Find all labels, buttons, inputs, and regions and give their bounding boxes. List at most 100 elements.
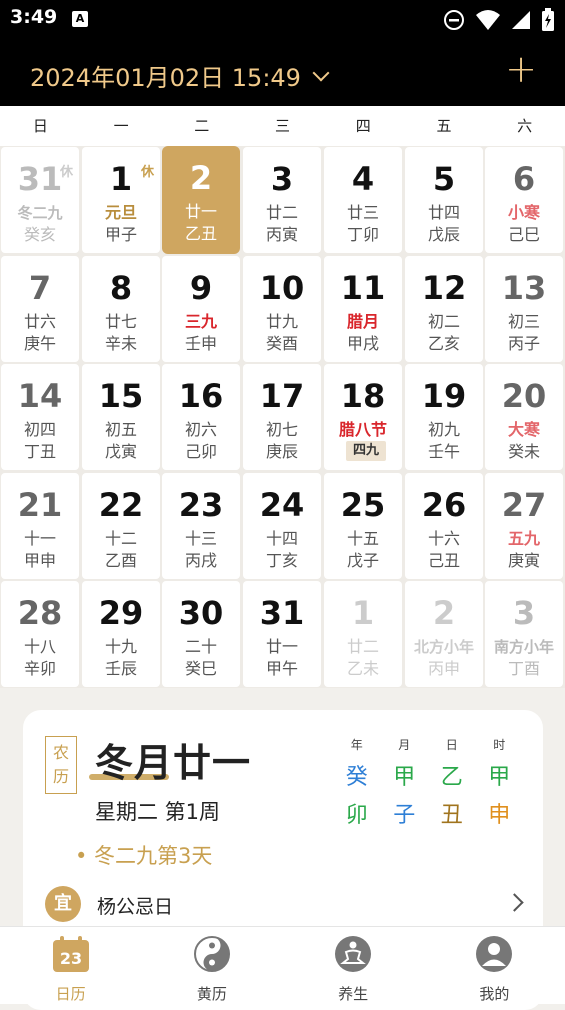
calendar-day-cell[interactable]: 27 五九 庚寅	[485, 473, 563, 579]
calendar-day-cell[interactable]: 31 廿一 甲午	[243, 581, 321, 687]
chevron-down-icon	[312, 64, 330, 81]
ganzhi-label: 癸巳	[184, 659, 217, 678]
day-number: 3	[270, 160, 294, 198]
ganzhi-char: 子	[393, 803, 416, 828]
day-number: 29	[98, 594, 144, 632]
calendar-day-cell[interactable]: 28 十八 辛卯	[1, 581, 79, 687]
calendar-day-cell[interactable]: 20 大寒 癸未	[485, 364, 563, 470]
day-number: 31	[259, 594, 305, 632]
calendar-day-cell[interactable]: 2 北方小年 丙申	[405, 581, 483, 687]
calendar-day-cell[interactable]: 10 廿九 癸酉	[243, 256, 321, 362]
day-number: 12	[421, 269, 467, 307]
lunar-seal-icon: 农 历	[45, 736, 77, 794]
weekday-label: 二	[194, 117, 210, 135]
ganzhi-label: 甲子	[104, 225, 137, 244]
ganzhi-label: 己巳	[507, 225, 540, 244]
day-number: 2	[432, 594, 456, 632]
ganzhi-label: 壬辰	[104, 659, 137, 678]
day-number: 17	[259, 377, 305, 415]
holiday-rest-tag: 休	[140, 165, 154, 180]
calendar-day-cell[interactable]: 31 休冬二九 癸亥	[1, 147, 79, 253]
lunar-label: 冬二九	[17, 204, 63, 222]
current-date-label: 2024年01月02日 15:49	[30, 64, 301, 92]
calendar-day-cell[interactable]: 1 休元旦 甲子	[82, 147, 160, 253]
ganzhi-char: 甲	[393, 765, 416, 790]
notification-icon: A	[72, 11, 88, 27]
calendar-day-cell[interactable]: 19 初九 壬午	[405, 364, 483, 470]
calendar-day-cell[interactable]: 26 十六 己丑	[405, 473, 483, 579]
lunar-label: 初九	[427, 420, 460, 439]
calendar-day-cell[interactable]: 3 南方小年 丁酉	[485, 581, 563, 687]
calendar-day-cell[interactable]: 18 腊八节 四九	[324, 364, 402, 470]
add-button[interactable]: +	[505, 50, 537, 88]
calendar-day-cell[interactable]: 6 小寒 己巳	[485, 147, 563, 253]
day-number: 16	[178, 377, 224, 415]
ganzhi-label: 戊寅	[104, 442, 137, 461]
calendar-day-cell[interactable]: 8 廿七 辛未	[82, 256, 160, 362]
lunar-label: 廿九	[265, 312, 298, 331]
ganzhi-label: 戊辰	[427, 225, 460, 244]
ganzhi-head: 月	[398, 738, 411, 752]
calendar-day-cell[interactable]: 25 十五 戊子	[324, 473, 402, 579]
ganzhi-head: 日	[445, 738, 458, 752]
calendar-day-cell[interactable]: 16 初六 己卯	[162, 364, 240, 470]
ganzhi-label: 丁亥	[265, 551, 298, 570]
ganzhi-label: 乙酉	[104, 551, 137, 570]
ganzhi-label: 庚辰	[265, 442, 298, 461]
ganzhi-label: 壬申	[184, 334, 217, 353]
day-number: 4	[351, 160, 375, 198]
wifi-icon	[476, 10, 500, 30]
nav-label: 黄历	[196, 985, 227, 1003]
calendar-day-cell[interactable]: 24 十四 丁亥	[243, 473, 321, 579]
ganzhi-label: 乙亥	[427, 334, 460, 353]
app-header: 2024年01月02日 15:49 +	[0, 40, 565, 106]
calendar-day-cell[interactable]: 15 初五 戊寅	[82, 364, 160, 470]
calendar-day-cell[interactable]: 9 三九 壬申	[162, 256, 240, 362]
calendar-day-cell[interactable]: 30 二十 癸巳	[162, 581, 240, 687]
day-number: 2	[189, 159, 213, 197]
calendar-day-cell[interactable]: 1 廿二 乙未	[324, 581, 402, 687]
calendar-day-cell[interactable]: 2 廿一 乙丑	[162, 146, 240, 254]
calendar-day-cell[interactable]: 4 廿三 丁卯	[324, 147, 402, 253]
ganzhi-head: 年	[350, 738, 363, 752]
calendar-day-cell[interactable]: 7 廿六 庚午	[1, 256, 79, 362]
date-picker[interactable]: 2024年01月02日 15:49	[30, 58, 330, 93]
nav-health[interactable]: 养生	[283, 927, 424, 1004]
ganzhi-label: 癸亥	[23, 225, 56, 244]
ganzhi-label: 癸酉	[265, 334, 298, 353]
day-number: 1	[351, 594, 375, 632]
lunar-label: 腊月	[346, 312, 379, 331]
day-number: 25	[340, 486, 386, 524]
lunar-label: 北方小年	[413, 638, 474, 656]
nav-almanac[interactable]: 黄历	[141, 927, 282, 1004]
ganzhi-label: 丙子	[507, 334, 540, 353]
calendar-day-cell[interactable]: 29 十九 壬辰	[82, 581, 160, 687]
calendar-day-cell[interactable]: 22 十二 乙酉	[82, 473, 160, 579]
calendar-day-cell[interactable]: 23 十三 丙戌	[162, 473, 240, 579]
yi-row[interactable]: 宜 杨公忌日	[45, 884, 525, 924]
nav-calendar[interactable]: 23 日历	[0, 927, 141, 1004]
day-number: 9	[189, 269, 213, 307]
calendar-day-cell[interactable]: 17 初七 庚辰	[243, 364, 321, 470]
calendar-day-cell[interactable]: 21 十一 甲申	[1, 473, 79, 579]
lunar-label: 十二	[104, 529, 137, 548]
day-number: 30	[178, 594, 224, 632]
ganzhi-label: 丁酉	[507, 659, 540, 678]
calendar-day-cell[interactable]: 12 初二 乙亥	[405, 256, 483, 362]
lunar-label: 小寒	[507, 203, 540, 222]
weekday-label: 五	[436, 117, 452, 135]
calendar-day-cell[interactable]: 5 廿四 戊辰	[405, 147, 483, 253]
ganzhi-label: 甲申	[23, 551, 56, 570]
nav-profile[interactable]: 我的	[424, 927, 565, 1004]
calendar-grid: 31 休冬二九 癸亥 1 休元旦 甲子 2 廿一 乙丑 3 廿二 丙寅 4 廿三 丁卯 5 廿四 戊辰 6 小寒 己巳 7…	[0, 146, 565, 688]
calendar-day-cell[interactable]: 11 腊月 甲戌	[324, 256, 402, 362]
ganzhi-label: 丙戌	[184, 551, 217, 570]
calendar-day-cell[interactable]: 14 初四 丁丑	[1, 364, 79, 470]
lunar-label: 腊八节	[338, 420, 387, 439]
calendar-day-cell[interactable]: 3 廿二 丙寅	[243, 147, 321, 253]
calendar-day-cell[interactable]: 13 初三 丙子	[485, 256, 563, 362]
lunar-label: 大寒	[507, 420, 540, 439]
lunar-label: 初五	[104, 420, 137, 439]
nav-label: 日历	[55, 985, 86, 1003]
signal-icon	[512, 11, 530, 29]
